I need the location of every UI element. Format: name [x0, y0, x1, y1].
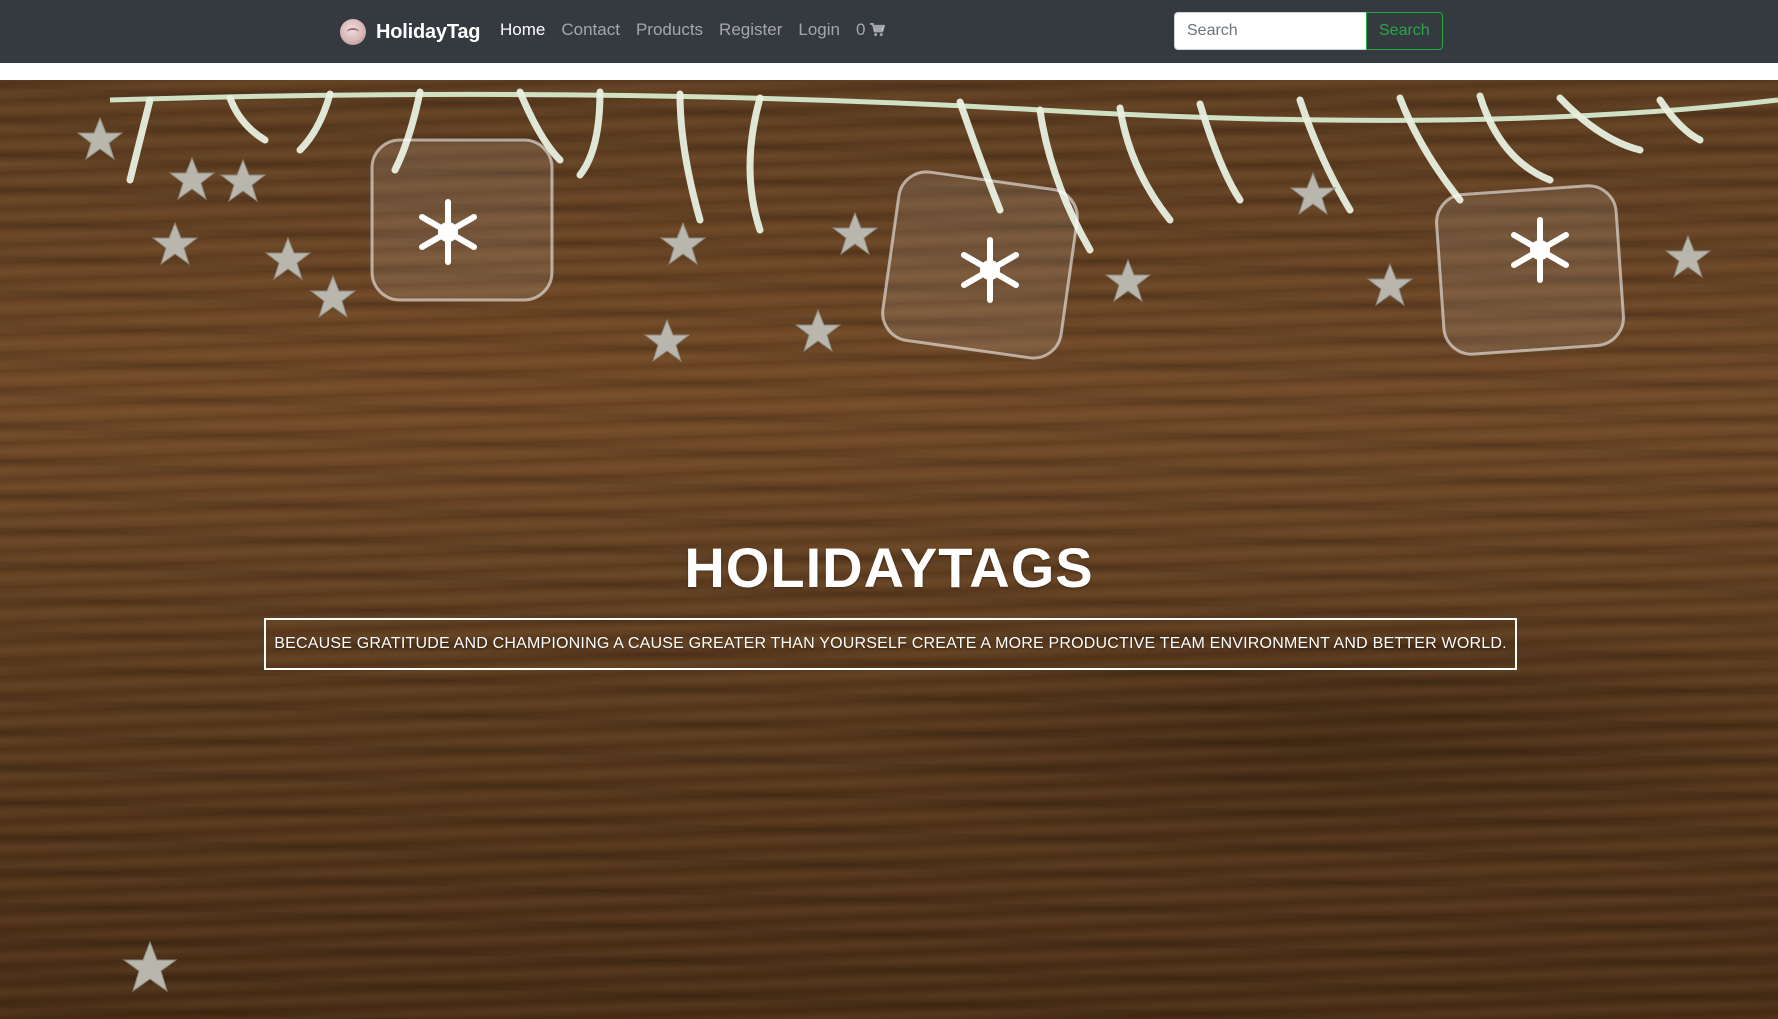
search-button[interactable]: Search [1366, 12, 1443, 50]
shopping-cart-icon [870, 23, 886, 37]
search-form: Search [1174, 12, 1443, 50]
hero-title: HOLIDAYTAGS [684, 536, 1094, 599]
tagline-box: BECAUSE GRATITUDE AND CHAMPIONING A CAUS… [264, 618, 1517, 670]
nav-link-register[interactable]: Register [719, 20, 782, 40]
nav-links: Home Contact Products Register Login 0 [500, 20, 886, 40]
nav-link-contact[interactable]: Contact [561, 20, 620, 40]
brand-logo-icon [340, 19, 366, 45]
decorative-star-icon [122, 940, 178, 993]
nav-link-login[interactable]: Login [798, 20, 840, 40]
hero-banner: HOLIDAYTAGS BECAUSE GRATITUDE AND CHAMPI… [0, 80, 1778, 1019]
cart-count: 0 [855, 20, 866, 39]
top-navbar: HolidayTag Home Contact Products Registe… [0, 0, 1778, 63]
search-input[interactable] [1174, 12, 1367, 50]
brand-name: HolidayTag [376, 20, 481, 43]
cart-link[interactable]: 0 [855, 20, 886, 40]
nav-link-products[interactable]: Products [636, 20, 703, 40]
brand-link[interactable]: HolidayTag [340, 12, 481, 52]
hero-tagline: BECAUSE GRATITUDE AND CHAMPIONING A CAUS… [274, 635, 1507, 652]
decorative-garland-image [77, 88, 1778, 362]
nav-link-home[interactable]: Home [500, 20, 545, 40]
